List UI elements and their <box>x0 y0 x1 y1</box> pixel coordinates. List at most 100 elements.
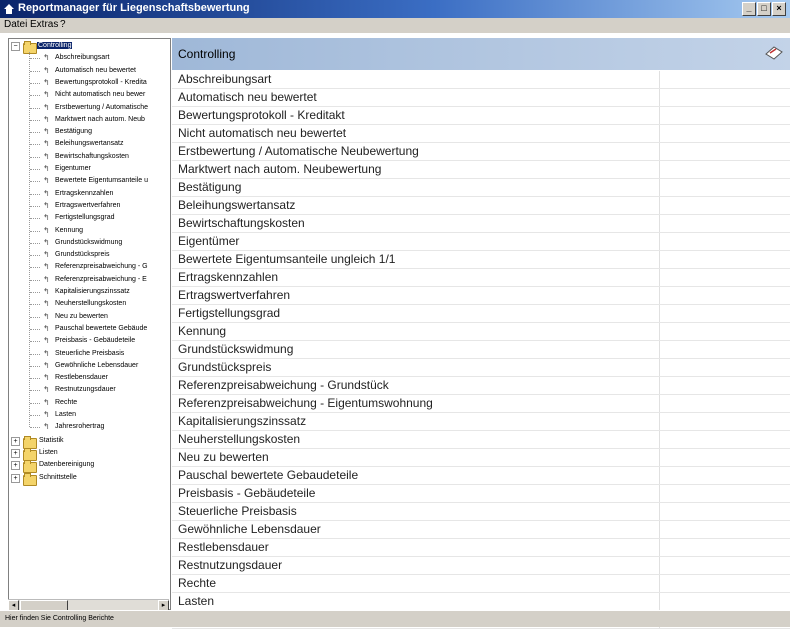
report-list-item-label: Bestätigung <box>178 180 242 194</box>
tree-item-controlling[interactable]: Controlling <box>37 40 73 52</box>
report-list-item[interactable]: Marktwert nach autom. Neubewertung <box>172 161 790 179</box>
tree-item-report[interactable]: ↰ Beleihungswertansatz <box>9 138 170 150</box>
tree-item-report[interactable]: ↰ Bewertungsprotokoll - Kredita <box>9 77 170 89</box>
report-list-item[interactable]: Fertigstellungsgrad <box>172 305 790 323</box>
tree-item-label: Rechte <box>55 398 78 406</box>
report-link-icon: ↰ <box>43 151 50 161</box>
tree-item-listen[interactable]: Listen <box>39 447 58 459</box>
column-divider <box>659 197 660 214</box>
tree-item-report[interactable]: ↰ Automatisch neu bewertet <box>9 65 170 77</box>
tree-item-report[interactable]: ↰ Bestätigung <box>9 126 170 138</box>
column-divider <box>659 89 660 106</box>
report-list-item[interactable]: Referenzpreisabweichung - Grundstück <box>172 377 790 395</box>
report-list-item[interactable]: Steuerliche Preisbasis <box>172 503 790 521</box>
column-divider <box>659 431 660 448</box>
tree-item-report[interactable]: ↰ Neuherstellungskosten <box>9 298 170 310</box>
report-list-item[interactable]: Pauschal bewertete Gebaudeteile <box>172 467 790 485</box>
report-list-item[interactable]: Gewöhnliche Lebensdauer <box>172 521 790 539</box>
minimize-button[interactable]: _ <box>742 2 756 16</box>
tree-item-report[interactable]: ↰ Lasten <box>9 409 170 421</box>
report-list-item[interactable]: Bewertungsprotokoll - Kreditakt <box>172 107 790 125</box>
report-list-item[interactable]: Ertragswertverfahren <box>172 287 790 305</box>
tree-item-datenbereinigung[interactable]: Datenbereinigung <box>39 459 94 471</box>
column-divider <box>659 359 660 376</box>
report-link-icon: ↰ <box>43 373 50 383</box>
tree-item-report[interactable]: ↰ Ertragswertverfahren <box>9 200 170 212</box>
report-list-item[interactable]: Neu zu bewerten <box>172 449 790 467</box>
expand-icon[interactable]: + <box>11 461 20 471</box>
tree-item-report[interactable]: ↰ Grundstückswidmung <box>9 237 170 249</box>
report-list-item[interactable]: Ertragskennzahlen <box>172 269 790 287</box>
report-list-item-label: Restnutzungsdauer <box>178 558 283 572</box>
report-list-item[interactable]: Rechte <box>172 575 790 593</box>
maximize-button[interactable]: □ <box>757 2 771 16</box>
report-list-item[interactable]: Grundstückspreis <box>172 359 790 377</box>
report-list-item[interactable]: Abschreibungsart <box>172 71 790 89</box>
report-list-item[interactable]: Restlebensdauer <box>172 539 790 557</box>
report-list-item[interactable]: Grundstückswidmung <box>172 341 790 359</box>
report-link-icon: ↰ <box>43 77 50 87</box>
tree-item-report[interactable]: ↰ Marktwert nach autom. Neub <box>9 114 170 126</box>
report-list-item[interactable]: Neuherstellungskosten <box>172 431 790 449</box>
tree-item-statistik[interactable]: Statistik <box>39 435 64 447</box>
column-divider <box>659 395 660 412</box>
tree-item-report[interactable]: ↰ Kapitalisierungszinssatz <box>9 286 170 298</box>
tree-item-report[interactable]: ↰ Referenzpreisabweichung - E <box>9 274 170 286</box>
collapse-icon[interactable]: − <box>11 42 20 51</box>
tree-item-report[interactable]: ↰ Abschreibungsart <box>9 52 170 64</box>
tree-item-report[interactable]: ↰ Referenzpreisabweichung - G <box>9 261 170 273</box>
tree-item-report[interactable]: ↰ Erstbewertung / Automatische <box>9 102 170 114</box>
report-list-item[interactable]: Kennung <box>172 323 790 341</box>
tree-item-label: Ertragskennzahlen <box>55 189 114 197</box>
report-list-item[interactable]: Restnutzungsdauer <box>172 557 790 575</box>
report-link-icon: ↰ <box>43 299 50 309</box>
column-divider <box>659 521 660 538</box>
report-list-item[interactable]: Erstbewertung / Automatische Neubewertun… <box>172 143 790 161</box>
tree-item-report[interactable]: ↰ Bewertete Eigentumsanteile u <box>9 175 170 187</box>
menu-datei[interactable]: Datei <box>4 19 27 30</box>
tree-item-report[interactable]: ↰ Ertragskennzahlen <box>9 188 170 200</box>
window-controls: _ □ × <box>742 2 786 16</box>
report-list-item[interactable]: Bewertete Eigentumsanteile ungleich 1/1 <box>172 251 790 269</box>
folder-icon <box>23 472 37 486</box>
report-list-item[interactable]: Bewirtschaftungskosten <box>172 215 790 233</box>
tree-item-report[interactable]: ↰ Kennung <box>9 225 170 237</box>
report-list-item[interactable]: Nicht automatisch neu bewertet <box>172 125 790 143</box>
tree-item-report[interactable]: ↰ Pauschal bewertete Gebäude <box>9 323 170 335</box>
report-link-icon: ↰ <box>43 213 50 223</box>
tree-item-report[interactable]: ↰ Grundstückspreis <box>9 249 170 261</box>
tree-item-label: Bestätigung <box>55 128 92 136</box>
report-list-item[interactable]: Lasten <box>172 593 790 611</box>
tree-item-report[interactable]: ↰ Preisbasis - Gebäudeteile <box>9 335 170 347</box>
report-list-item[interactable]: Bestätigung <box>172 179 790 197</box>
expand-icon[interactable]: + <box>11 448 20 458</box>
status-bar: Hier finden Sie Controlling Berichte <box>0 610 790 627</box>
tree-item-report[interactable]: ↰ Fertigstellungsgrad <box>9 212 170 224</box>
tree-item-label: Restlebensdauer <box>55 374 108 382</box>
tree-item-report[interactable]: ↰ Restnutzungsdauer <box>9 384 170 396</box>
close-button[interactable]: × <box>772 2 786 16</box>
tree-item-report[interactable]: ↰ Bewirtschaftungskosten <box>9 151 170 163</box>
report-list-item[interactable]: Eigentümer <box>172 233 790 251</box>
expand-icon[interactable]: + <box>11 436 20 446</box>
menu-extras[interactable]: Extras <box>30 19 58 30</box>
report-list-item[interactable]: Kapitalisierungszinssatz <box>172 413 790 431</box>
tree-item-report[interactable]: ↰ Gewöhnliche Lebensdauer <box>9 360 170 372</box>
report-list-item-label: Fertigstellungsgrad <box>178 306 281 320</box>
report-list-item[interactable]: Referenzpreisabweichung - Eigentumswohnu… <box>172 395 790 413</box>
navigation-tree[interactable]: − Controlling ↰ Abschreibungsart ↰ Automatisc… <box>8 38 171 610</box>
report-list-item[interactable]: Preisbasis - Gebäudeteile <box>172 485 790 503</box>
tree-item-report[interactable]: ↰ Jahresrohertrag <box>9 421 170 433</box>
tree-item-report[interactable]: ↰ Eigentumer <box>9 163 170 175</box>
tree-item-report[interactable]: ↰ Nicht automatisch neu bewer <box>9 89 170 101</box>
tree-item-report[interactable]: ↰ Neu zu bewerten <box>9 311 170 323</box>
menu-help[interactable]: ? <box>60 19 66 30</box>
tree-item-schnittstelle[interactable]: Schnittstelle <box>39 472 77 484</box>
tree-item-report[interactable]: ↰ Restlebensdauer <box>9 372 170 384</box>
report-list-item[interactable]: Beleihungswertansatz <box>172 197 790 215</box>
expand-icon[interactable]: + <box>11 473 20 483</box>
tree-item-report[interactable]: ↰ Steuerliche Preisbasis <box>9 348 170 360</box>
report-list-item[interactable]: Automatisch neu bewertet <box>172 89 790 107</box>
report-link-icon: ↰ <box>43 53 50 63</box>
tree-item-report[interactable]: ↰ Rechte <box>9 397 170 409</box>
